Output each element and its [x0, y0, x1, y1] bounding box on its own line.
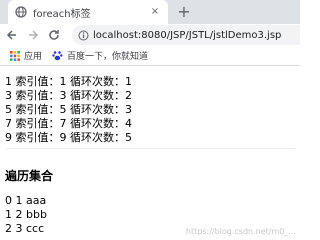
arrow-left-icon — [6, 30, 16, 40]
bookmark-label: 百度一下，你就知道 — [67, 52, 149, 62]
info-icon — [78, 30, 89, 40]
loop-line: 3 索引值：3 循环次数：2 — [5, 89, 132, 102]
collection-output: 0 1 aaa 1 2 bbb 2 3 ccc — [5, 194, 47, 236]
loop-line: 1 索引值：1 循环次数：1 — [5, 75, 132, 88]
section-heading: 遍历集合 — [5, 169, 54, 183]
tab-title: foreach标签 — [33, 8, 91, 20]
browser-toolbar: localhost:8080/JSP/JSTL/jstlDemo3.jsp — [0, 24, 300, 46]
forward-button[interactable] — [24, 26, 42, 44]
foreach-loop-output: 1 索引值：1 循环次数：1 3 索引值：3 循环次数：2 5 索引值：5 循环… — [5, 75, 132, 145]
bookmark-baidu[interactable]: 百度一下，你就知道 — [52, 49, 148, 62]
baidu-paw-icon — [52, 51, 63, 61]
loop-line: 7 索引值：7 循环次数：4 — [5, 117, 132, 130]
horizontal-rule — [5, 148, 295, 149]
arrow-right-icon — [29, 30, 39, 40]
reload-button[interactable] — [45, 26, 63, 44]
list-item: 2 3 ccc — [5, 222, 45, 235]
watermark: https://blog.csdn.net/m0_... — [185, 227, 296, 236]
list-item: 0 1 aaa — [5, 194, 47, 207]
globe-icon — [14, 5, 28, 19]
active-tab[interactable]: foreach标签 × — [8, 0, 168, 24]
list-item: 1 2 bbb — [5, 208, 47, 221]
page-content: 1 索引值：1 循环次数：1 3 索引值：3 循环次数：2 5 索引值：5 循环… — [0, 67, 300, 239]
tab-strip: foreach标签 × + — [0, 0, 300, 24]
reload-icon — [49, 30, 59, 40]
close-tab-button[interactable]: × — [148, 5, 162, 19]
bookmarks-bar: 应用 百度一下，你就知道 — [0, 46, 300, 66]
back-button[interactable] — [3, 26, 21, 44]
url-text: localhost:8080/JSP/JSTL/jstlDemo3.jsp — [93, 29, 282, 41]
bookmark-label: 应用 — [24, 52, 43, 62]
loop-line: 9 索引值：9 循环次数：5 — [5, 131, 132, 144]
address-bar[interactable]: localhost:8080/JSP/JSTL/jstlDemo3.jsp — [72, 25, 300, 45]
loop-line: 5 索引值：5 循环次数：3 — [5, 103, 132, 116]
new-tab-button[interactable]: + — [176, 3, 192, 21]
bookmark-apps[interactable]: 应用 — [10, 49, 42, 62]
apps-grid-icon — [10, 50, 20, 61]
